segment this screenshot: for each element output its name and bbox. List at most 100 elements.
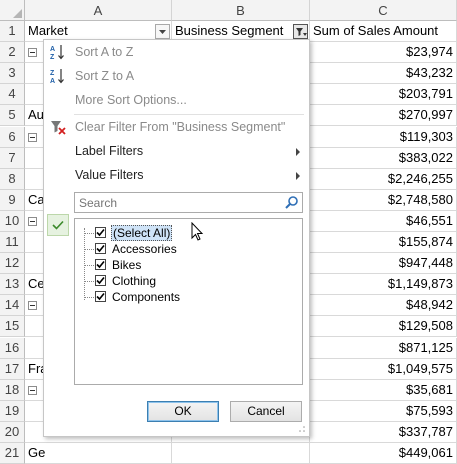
collapse-icon[interactable] <box>28 48 37 58</box>
value-filters-label: Value Filters <box>75 168 144 182</box>
item-checkbox[interactable] <box>95 259 106 270</box>
filter-dropdown-menu: A Z Sort A to Z Z A Sort Z to A More Sor… <box>43 39 310 437</box>
submenu-arrow-icon <box>296 172 300 180</box>
segment-filter-dropdown[interactable] <box>293 24 308 39</box>
sort-a-to-z-item[interactable]: A Z Sort A to Z <box>44 40 309 64</box>
checkmark-icon <box>96 292 105 301</box>
row-header[interactable]: 9 <box>0 190 25 211</box>
row-header[interactable]: 14 <box>0 295 25 316</box>
cell-sales-amount[interactable]: $871,125 <box>310 338 457 359</box>
clear-filter-icon <box>51 121 66 135</box>
label-filters-label: Label Filters <box>75 144 144 158</box>
cancel-button[interactable]: Cancel <box>230 401 302 422</box>
checkmark-icon <box>52 220 64 230</box>
column-header-c[interactable]: C <box>310 0 457 21</box>
clear-filter-item[interactable]: Clear Filter From "Business Segment" <box>44 115 309 139</box>
cell-sales-amount[interactable]: $155,874 <box>310 232 457 253</box>
row-header[interactable]: 6 <box>0 127 25 148</box>
cell-sales-amount[interactable]: $23,974 <box>310 42 457 63</box>
cell-sales-amount[interactable]: $75,593 <box>310 401 457 422</box>
cell-sales-amount[interactable]: $2,246,255 <box>310 169 457 190</box>
tree-line <box>84 228 85 300</box>
cell-sales-amount[interactable]: $35,681 <box>310 380 457 401</box>
market-label: Ge <box>28 445 46 460</box>
row-header[interactable]: 5 <box>0 105 25 126</box>
collapse-icon[interactable] <box>28 386 37 396</box>
row-header[interactable]: 13 <box>0 274 25 295</box>
search-input[interactable] <box>77 194 281 211</box>
row-header[interactable]: 17 <box>0 359 25 380</box>
search-icon[interactable] <box>284 195 299 210</box>
label-filters-item[interactable]: Label Filters <box>44 139 309 163</box>
resize-grip-icon[interactable] <box>298 425 306 433</box>
cell-sales-amount[interactable]: $119,303 <box>310 127 457 148</box>
more-sort-options-item[interactable]: More Sort Options... <box>44 88 309 112</box>
sort-z-to-a-label: Sort Z to A <box>75 69 135 83</box>
row-header[interactable]: 15 <box>0 316 25 337</box>
row-header[interactable]: 18 <box>0 380 25 401</box>
cell-sales-amount[interactable]: $43,232 <box>310 63 457 84</box>
cell-sales-amount[interactable]: $2,748,580 <box>310 190 457 211</box>
market-header-label: Market <box>28 23 68 38</box>
search-box[interactable] <box>74 192 303 213</box>
row-header[interactable]: 20 <box>0 422 25 443</box>
column-header-b[interactable]: B <box>172 0 310 21</box>
row-header[interactable]: 1 <box>0 21 25 42</box>
item-checkbox[interactable] <box>95 275 106 286</box>
row-header[interactable]: 19 <box>0 401 25 422</box>
select-all-corner[interactable] <box>0 0 25 21</box>
item-label: (Select All) <box>111 225 173 241</box>
pivot-header-sum[interactable]: Sum of Sales Amount <box>310 21 457 42</box>
cell-sales-amount[interactable]: $46,551 <box>310 211 457 232</box>
row-header[interactable]: 4 <box>0 84 25 105</box>
row-header[interactable]: 8 <box>0 169 25 190</box>
clear-filter-label: Clear Filter From "Business Segment" <box>75 120 286 134</box>
cell-sales-amount[interactable]: $48,942 <box>310 295 457 316</box>
column-header-a[interactable]: A <box>25 0 172 21</box>
cell-sales-amount[interactable]: $129,508 <box>310 316 457 337</box>
row-header[interactable]: 21 <box>0 443 25 464</box>
svg-text:A: A <box>50 46 55 53</box>
row-header[interactable]: 11 <box>0 232 25 253</box>
row-header[interactable]: 10 <box>0 211 25 232</box>
item-checkbox[interactable] <box>95 243 106 254</box>
row-header[interactable]: 16 <box>0 338 25 359</box>
value-filters-item[interactable]: Value Filters <box>44 163 309 187</box>
cell-sales-amount[interactable]: $1,149,873 <box>310 274 457 295</box>
filter-items-list[interactable]: (Select All) Accessories Bikes Clothing Comp… <box>74 218 303 385</box>
item-checkbox[interactable] <box>95 227 106 238</box>
tree-branch <box>84 265 94 266</box>
item-label: Components <box>112 290 181 304</box>
cell-sales-amount[interactable]: $947,448 <box>310 253 457 274</box>
sort-z-to-a-item[interactable]: Z A Sort Z to A <box>44 64 309 88</box>
tree-branch <box>84 249 94 250</box>
filter-dropdown-icon <box>296 28 307 36</box>
cell-sales-amount[interactable]: $203,791 <box>310 84 457 105</box>
svg-text:Z: Z <box>50 54 55 61</box>
cell-market[interactable]: Ge <box>25 443 172 464</box>
cell-sales-amount[interactable]: $449,061 <box>310 443 457 464</box>
checkmark-icon <box>96 260 105 269</box>
checkmark-icon <box>96 228 105 237</box>
tree-branch <box>84 281 94 282</box>
cell-sales-amount[interactable]: $1,049,575 <box>310 359 457 380</box>
cell-sales-amount[interactable]: $270,997 <box>310 105 457 126</box>
collapse-icon[interactable] <box>28 133 37 143</box>
row-header[interactable]: 7 <box>0 148 25 169</box>
item-checkbox[interactable] <box>95 291 106 302</box>
tree-branch <box>84 297 94 298</box>
more-sort-options-label: More Sort Options... <box>75 93 187 107</box>
row-header[interactable]: 3 <box>0 63 25 84</box>
cell-segment[interactable] <box>172 443 310 464</box>
row-header[interactable]: 12 <box>0 253 25 274</box>
svg-text:A: A <box>50 78 55 85</box>
cell-sales-amount[interactable]: $383,022 <box>310 148 457 169</box>
ok-button[interactable]: OK <box>147 401 219 422</box>
collapse-icon[interactable] <box>28 301 37 311</box>
collapse-icon[interactable] <box>28 217 37 227</box>
row-header[interactable]: 2 <box>0 42 25 63</box>
market-filter-dropdown[interactable] <box>155 24 170 39</box>
cell-sales-amount[interactable]: $337,787 <box>310 422 457 443</box>
dropdown-arrow-icon <box>159 30 166 34</box>
submenu-arrow-icon <box>296 148 300 156</box>
